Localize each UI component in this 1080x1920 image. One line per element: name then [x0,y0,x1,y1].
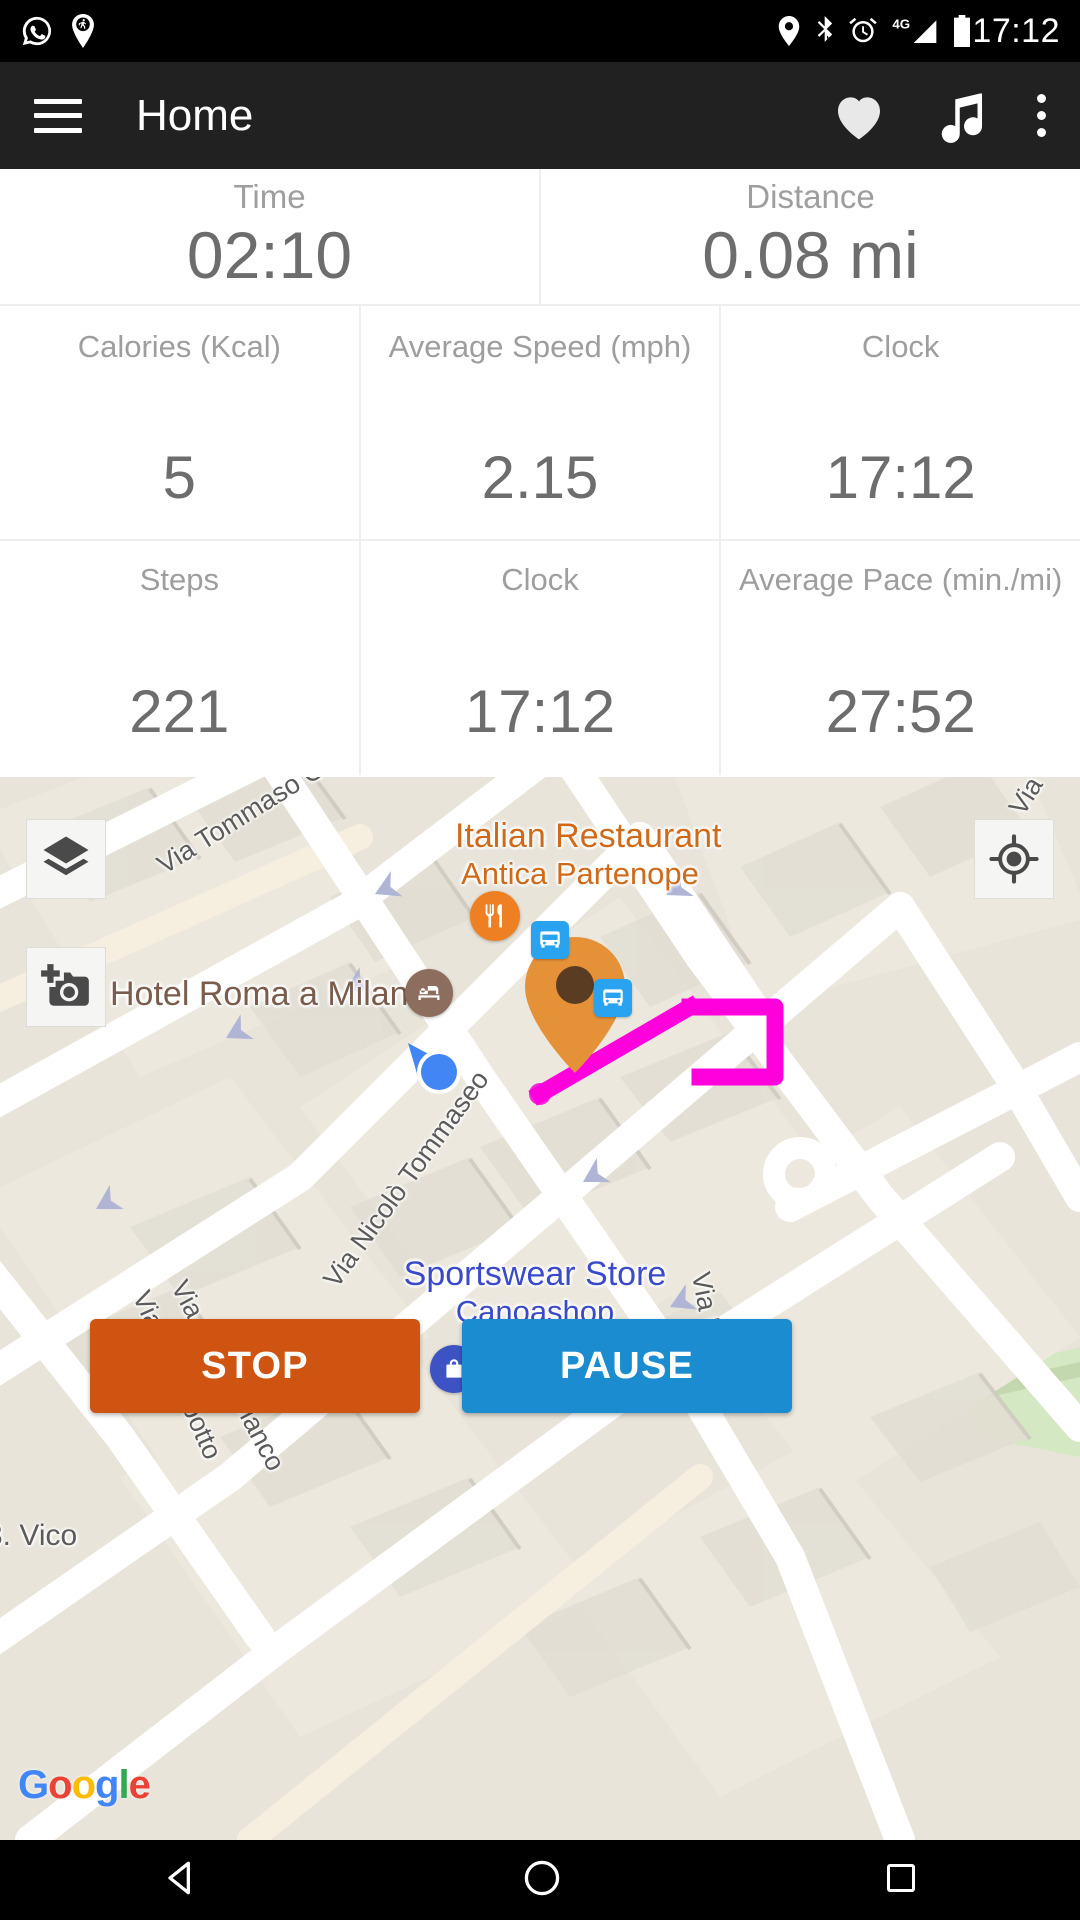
home-circle-icon[interactable] [520,1856,564,1905]
location-icon [778,16,800,46]
svg-text:4G: 4G [893,16,911,31]
status-bar-clock: 17:12 [972,11,1060,50]
stats-row-2: Calories (Kcal) 5 Average Speed (mph) 2.… [0,306,1080,541]
status-bar-right-icons: 4G [778,15,972,47]
stop-button[interactable]: STOP [90,1319,420,1413]
stat-label: Time [233,178,306,215]
stat-label: Clock [861,329,940,364]
poi-name: Italian Restaurant [455,817,722,855]
stat-value: 02:10 [186,217,353,292]
app-bar: Home [0,62,1080,169]
page-title: Home [136,90,254,140]
hamburger-menu-icon[interactable] [34,98,82,133]
system-navigation-bar [0,1840,1080,1920]
battery-icon [952,15,972,47]
pause-button[interactable]: PAUSE [462,1319,792,1413]
poi-subtitle: Antica Partenope [461,855,699,891]
google-letter: o [71,1763,96,1807]
bus-stop-icon [594,979,632,1017]
poi-name: Sportswear Store [403,1255,667,1293]
bluetooth-icon [814,16,834,46]
google-letter: g [95,1763,119,1807]
stat-label: Average Pace (min./mi) [739,562,1063,597]
poi-label-sportswear-store[interactable]: Sportswear Store Canoashop [400,1255,670,1329]
stats-row-1: Time 02:10 Distance 0.08 mi [0,169,1080,306]
heart-icon[interactable] [831,90,887,142]
street-label-vico: 3. Vico [0,1519,78,1552]
map-view[interactable]: Via Tommaso Grossi Via Monte Bianco Via … [0,777,1080,1840]
back-triangle-icon[interactable] [159,1856,203,1905]
stat-label: Average Speed (mph) [388,329,692,364]
4g-signal-icon: 4G [892,15,938,47]
stat-value: 2.15 [481,444,599,511]
stat-value: 5 [162,444,197,511]
poi-label-hotel-roma-a-milano[interactable]: Hotel Roma a Milano [110,975,430,1014]
stat-label: Clock [501,562,579,597]
stat-cell-clock: Clock 17:12 [721,306,1080,539]
recents-square-icon[interactable] [881,1858,921,1903]
app-bar-actions [831,89,1046,143]
alarm-icon [848,16,878,46]
google-letter: o [48,1763,72,1807]
music-note-icon[interactable] [935,89,989,143]
status-bar: 4G 17:12 [0,0,1080,62]
poi-label-italian-restaurant[interactable]: Italian Restaurant Antica Partenope [455,817,722,891]
stat-label: Steps [139,562,219,597]
stat-value: 27:52 [825,678,976,745]
stat-cell-average-pace: Average Pace (min./mi) 27:52 [721,541,1080,775]
stat-value: 17:12 [464,678,616,745]
add-photo-camera-icon[interactable] [26,947,106,1027]
stat-cell-clock-2: Clock 17:12 [361,541,722,775]
restaurant-icon[interactable] [470,891,520,941]
stat-cell-calories: Calories (Kcal) 5 [0,306,361,539]
stat-cell-average-speed: Average Speed (mph) 2.15 [361,306,722,539]
google-letter: G [18,1763,49,1807]
whatsapp-icon [20,14,54,48]
location-tracking-pin-icon [68,14,98,48]
stats-row-3: Steps 221 Clock 17:12 Average Pace (min.… [0,541,1080,775]
layers-icon[interactable] [26,819,106,899]
stat-label: Distance [746,178,875,215]
status-bar-left-icons [20,14,98,48]
stat-value: 17:12 [825,444,976,511]
poi-name: Hotel Roma a Milano [110,975,428,1013]
google-letter: l [118,1763,129,1807]
app-screen: 4G 17:12 Home Time 02:10 Distance 0.08 m… [0,0,1080,1920]
stat-value: 0.08 mi [702,217,919,292]
overflow-menu-icon[interactable] [1037,94,1046,137]
my-location-icon[interactable] [974,819,1054,899]
hotel-bed-icon[interactable] [405,969,453,1017]
stat-cell-time: Time 02:10 [0,169,541,304]
bus-stop-icon [531,921,569,959]
stat-cell-distance: Distance 0.08 mi [541,169,1080,304]
stat-value: 221 [129,678,230,745]
google-logo: Google [18,1763,151,1808]
stat-label: Calories (Kcal) [77,329,281,364]
stat-cell-steps: Steps 221 [0,541,361,775]
stats-grid: Time 02:10 Distance 0.08 mi Calories (Kc… [0,169,1080,777]
google-letter: e [128,1763,151,1807]
